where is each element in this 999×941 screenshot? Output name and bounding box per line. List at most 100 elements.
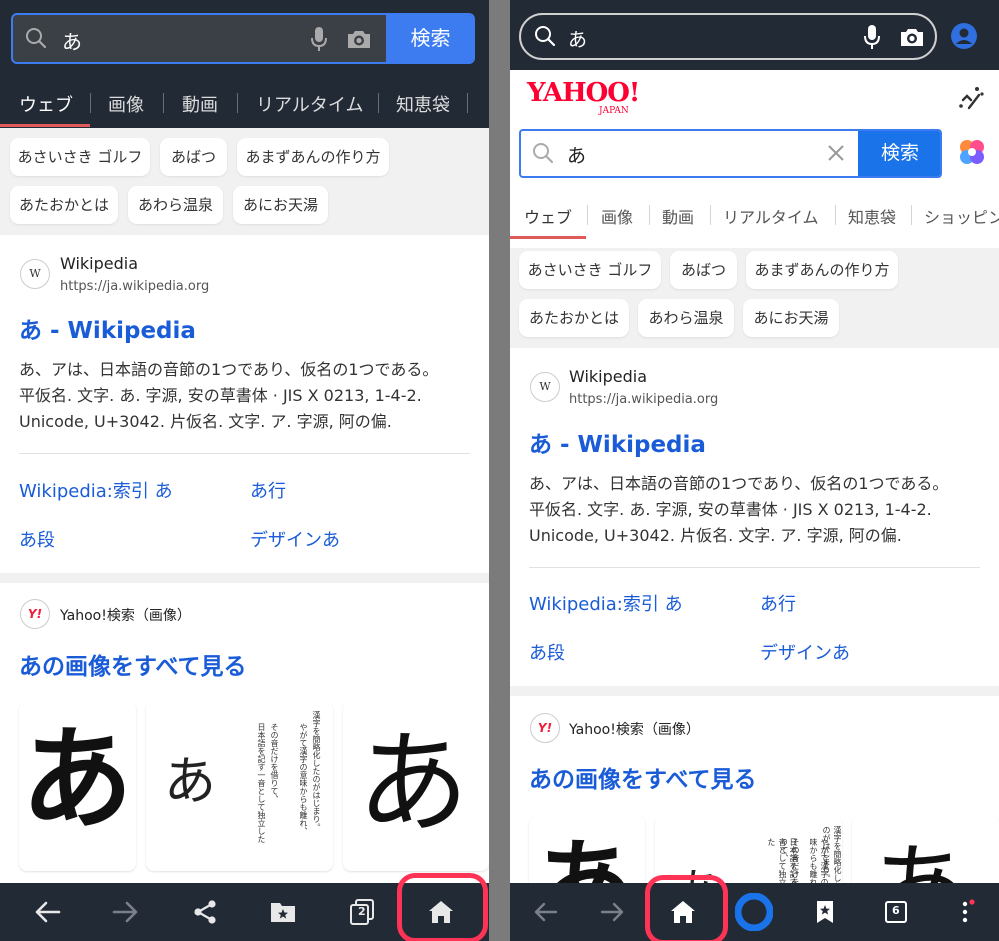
tab-videos[interactable]: 動画 xyxy=(662,204,694,228)
search-icon xyxy=(533,24,557,52)
sublink[interactable]: Wikipedia:索引 あ xyxy=(529,590,683,616)
tabs-icon[interactable]: 6 xyxy=(880,896,912,928)
suggestion-chip[interactable]: あたおかとは xyxy=(519,299,629,337)
suggestion-chip[interactable]: あばつ xyxy=(670,251,737,289)
suggestion-label: あにお天湯 xyxy=(242,196,318,214)
suggestion-label: あさいさき ゴルフ xyxy=(17,148,143,166)
suggestion-chip[interactable]: あにお天湯 xyxy=(743,299,839,337)
sublink[interactable]: デザインあ xyxy=(760,639,850,665)
tab-images[interactable]: 画像 xyxy=(108,91,144,117)
source-name: Wikipedia xyxy=(60,254,139,273)
snippet-line: あ、アは、日本語の音節の1つであり、仮名の1つである。 xyxy=(529,474,949,493)
book-text-line: 漢字を簡略化したのがはじまり。 xyxy=(312,711,321,831)
result-title-link[interactable]: あ - Wikipedia xyxy=(19,311,196,345)
yahoo-icon: Y! xyxy=(530,713,560,743)
sublink[interactable]: あ段 xyxy=(529,639,565,665)
suggestion-chip[interactable]: あたおかとは xyxy=(10,186,118,224)
result-card-wikipedia: W Wikipedia https://ja.wikipedia.org あ -… xyxy=(510,348,999,686)
suggestion-label: あわら温泉 xyxy=(648,309,724,327)
suggestion-chip[interactable]: あわら温泉 xyxy=(638,299,734,337)
url-query[interactable]: あ xyxy=(568,25,587,52)
suggestion-label: あばつ xyxy=(680,261,726,279)
tab-web[interactable]: ウェブ xyxy=(19,91,73,117)
snippet-line: 平仮名. 文字. あ. 字源, 安の草書体 · JIS X 0213, 1-4-… xyxy=(529,500,932,519)
tab-separator xyxy=(587,205,588,225)
yahoo-search-box[interactable]: あ 検索 xyxy=(519,129,942,178)
bookmark-icon[interactable] xyxy=(809,896,841,928)
image-results-title-link[interactable]: あの画像をすべて見る xyxy=(529,760,756,794)
search-button[interactable]: 検索 xyxy=(386,15,473,62)
suggestion-chip[interactable]: あばつ xyxy=(160,138,227,176)
sublink[interactable]: Wikipedia:索引 あ xyxy=(19,477,173,503)
forward-arrow-icon[interactable] xyxy=(596,897,630,927)
result-card-images: Y! Yahoo!検索（画像） あの画像をすべて見る あ あ 漢字を簡略化したの… xyxy=(0,583,489,883)
search-query[interactable]: あ xyxy=(62,26,82,55)
tab-videos[interactable]: 動画 xyxy=(182,91,218,117)
search-input-value[interactable]: あ xyxy=(567,141,586,168)
search-button[interactable]: 検索 xyxy=(858,131,940,176)
sublink[interactable]: あ行 xyxy=(250,477,286,503)
result-title-link[interactable]: あ - Wikipedia xyxy=(529,425,706,459)
forward-arrow-icon[interactable] xyxy=(109,896,143,928)
tabs-icon[interactable]: 2 xyxy=(345,896,379,928)
image-thumbnail[interactable]: あ 漢字を簡略化したのがはじまり。 やがて漢字の意味からも離れ、 その音だけを借… xyxy=(146,701,333,871)
camera-icon[interactable] xyxy=(899,26,925,52)
tab-chiebukuro[interactable]: 知恵袋 xyxy=(396,91,450,117)
sublink[interactable]: あ段 xyxy=(19,526,55,552)
suggestion-area: あさいさき ゴルフ あばつ あまずあんの作り方 あたおかとは あわら温泉 あにお… xyxy=(0,128,489,235)
snippet-line: Unicode, U+3042. 片仮名. 文字. ア. 字源, 阿の偏. xyxy=(19,412,392,431)
search-field[interactable]: あ 検索 xyxy=(11,13,475,64)
logo-main-text: YAHOO! xyxy=(527,78,640,108)
image-thumbnail[interactable]: あ xyxy=(343,701,489,871)
mic-icon[interactable] xyxy=(310,26,328,56)
yahoo-icon: Y! xyxy=(20,599,50,629)
image-thumbnail[interactable]: あ xyxy=(19,701,136,871)
tab-web[interactable]: ウェブ xyxy=(524,204,572,228)
clear-icon[interactable] xyxy=(826,143,846,167)
yahoo-logo[interactable]: YAHOO! JAPAN xyxy=(527,78,657,118)
top-url-bar: あ xyxy=(510,0,999,70)
camera-icon[interactable] xyxy=(346,28,372,54)
suggestion-chip[interactable]: あさいさき ゴルフ xyxy=(519,251,661,289)
logo-sub-text: JAPAN xyxy=(599,106,629,116)
suggestion-label: あたおかとは xyxy=(528,309,619,327)
sublink[interactable]: あ行 xyxy=(760,590,796,616)
divider xyxy=(529,567,980,568)
suggestion-chip[interactable]: あにお天湯 xyxy=(233,186,328,224)
tab-realtime[interactable]: リアルタイム xyxy=(256,91,363,117)
source-name: Wikipedia xyxy=(569,367,648,386)
more-menu-icon[interactable] xyxy=(953,896,981,928)
account-icon[interactable] xyxy=(950,22,978,54)
book-text-line: その音だけを借りて、 xyxy=(270,723,279,803)
suggestion-chip[interactable]: あわら温泉 xyxy=(128,186,223,224)
url-field[interactable]: あ xyxy=(519,13,937,60)
result-snippet: あ、アは、日本語の音節の1つであり、仮名の1つである。 平仮名. 文字. あ. … xyxy=(529,471,994,549)
assistant-circle-icon[interactable] xyxy=(735,893,773,931)
suggestion-chip[interactable]: あまずあんの作り方 xyxy=(746,251,898,289)
sparkle-icon[interactable] xyxy=(957,85,985,117)
tab-images[interactable]: 画像 xyxy=(601,204,633,228)
search-tabs: ウェブ 画像 動画 リアルタイム 知恵袋 xyxy=(0,72,489,128)
back-arrow-icon[interactable] xyxy=(30,896,64,928)
tab-separator xyxy=(237,93,238,113)
assistant-icon[interactable] xyxy=(956,136,988,172)
bookmark-folder-icon[interactable] xyxy=(266,896,300,928)
tab-separator xyxy=(467,93,468,113)
source-url: https://ja.wikipedia.org xyxy=(569,392,719,407)
image-results-title-link[interactable]: あの画像をすべて見る xyxy=(19,647,246,681)
tab-realtime[interactable]: リアルタイム xyxy=(723,204,819,228)
result-snippet: あ、アは、日本語の音節の1つであり、仮名の1つである。 平仮名. 文字. あ. … xyxy=(19,357,479,435)
suggestion-chip[interactable]: あさいさき ゴルフ xyxy=(10,138,150,176)
tab-chiebukuro[interactable]: 知恵袋 xyxy=(848,204,896,228)
suggestion-label: あたおかとは xyxy=(18,196,109,214)
bottom-nav-bar: 2 xyxy=(0,873,489,941)
sublink[interactable]: デザインあ xyxy=(250,526,340,552)
divider xyxy=(19,453,470,454)
suggestion-label: あにお天湯 xyxy=(753,309,829,327)
tab-shopping[interactable]: ショッピン xyxy=(924,204,999,228)
suggestion-chip[interactable]: あまずあんの作り方 xyxy=(237,138,389,176)
share-icon[interactable] xyxy=(188,896,222,928)
back-arrow-icon[interactable] xyxy=(528,897,562,927)
mic-icon[interactable] xyxy=(863,24,881,54)
source-url: https://ja.wikipedia.org xyxy=(60,279,210,294)
